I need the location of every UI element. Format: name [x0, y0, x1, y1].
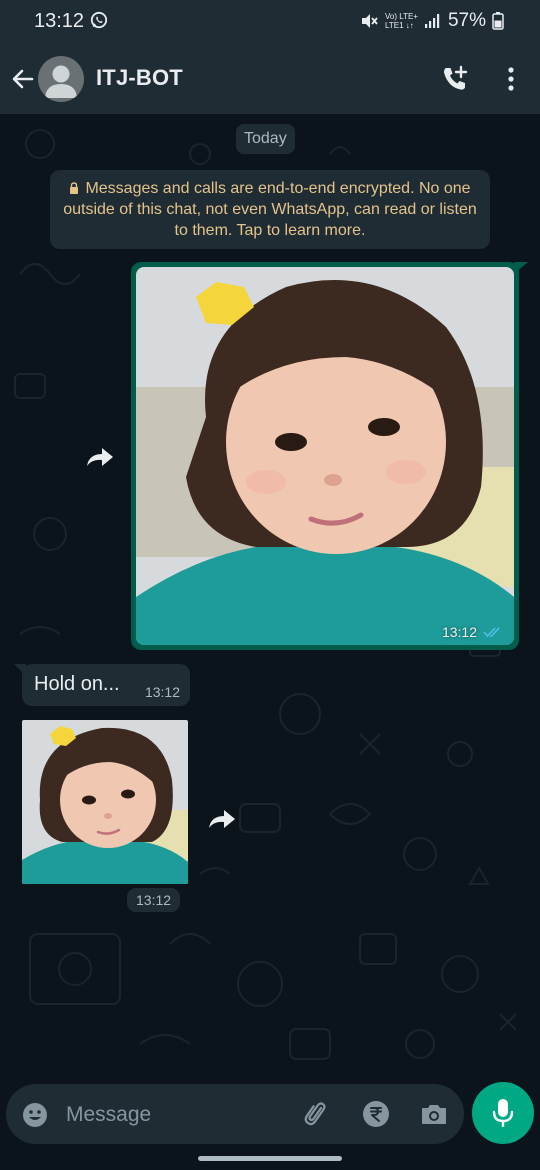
encryption-notice[interactable]: Messages and calls are end-to-end encryp… — [50, 170, 490, 249]
photo-of-child — [136, 267, 514, 645]
lte-label: LTE1 ↓↑ — [384, 21, 414, 30]
volte-label: Vo) LTE+ — [384, 12, 418, 21]
chat-header: ITJ-BOT — [0, 44, 540, 114]
message-timestamp: 13:12 — [144, 684, 180, 700]
forward-icon[interactable] — [208, 808, 236, 830]
message-time: 13:12 — [442, 624, 503, 640]
encryption-notice-text: Messages and calls are end-to-end encryp… — [63, 180, 477, 239]
status-right: Vo) LTE+ LTE1 ↓↑ 57% — [359, 10, 504, 32]
status-bar: 13:12 Vo) LTE+ LTE1 ↓↑ 57% — [0, 0, 540, 44]
whatsapp-notification-icon — [90, 11, 108, 29]
emoji-icon[interactable] — [22, 1102, 48, 1128]
incoming-image-message[interactable] — [22, 720, 188, 884]
chat-area[interactable]: Today Messages and calls are end-to-end … — [0, 114, 540, 1080]
mute-icon — [361, 14, 378, 28]
message-input[interactable] — [64, 1098, 288, 1132]
message-text: Hold on... — [34, 673, 120, 695]
message-timestamp: 13:12 — [127, 888, 181, 912]
status-time: 13:12 — [34, 10, 85, 32]
payment-rupee-icon[interactable] — [362, 1100, 390, 1128]
gesture-handle[interactable] — [198, 1156, 342, 1161]
shared-photo[interactable] — [136, 267, 514, 645]
photo-of-child — [22, 720, 188, 884]
read-receipt-icon — [483, 627, 500, 638]
message-timestamp: 13:12 — [441, 624, 477, 640]
incoming-text-message[interactable]: Hold on... 13:12 — [22, 664, 190, 706]
add-call-icon[interactable] — [440, 64, 470, 94]
microphone-icon — [492, 1099, 514, 1127]
network-type: Vo) LTE+ LTE1 ↓↑ — [385, 12, 418, 30]
default-avatar-icon — [45, 65, 77, 98]
lock-icon — [70, 182, 79, 194]
message-composer — [6, 1084, 464, 1144]
contact-name[interactable]: ITJ-BOT — [96, 65, 183, 91]
forward-icon[interactable] — [86, 446, 114, 468]
outgoing-image-message[interactable]: 13:12 — [131, 262, 519, 650]
signal-icon — [424, 14, 440, 28]
attach-icon[interactable] — [302, 1100, 330, 1128]
voice-message-button[interactable] — [472, 1082, 534, 1144]
date-separator: Today — [236, 124, 295, 154]
battery-percent: 57% — [447, 10, 486, 31]
battery-icon — [492, 12, 504, 30]
bubble-tail — [514, 262, 528, 274]
camera-icon[interactable] — [420, 1101, 448, 1127]
back-arrow-icon[interactable] — [10, 66, 36, 92]
avatar[interactable] — [38, 56, 84, 102]
more-options-icon[interactable] — [498, 64, 524, 94]
